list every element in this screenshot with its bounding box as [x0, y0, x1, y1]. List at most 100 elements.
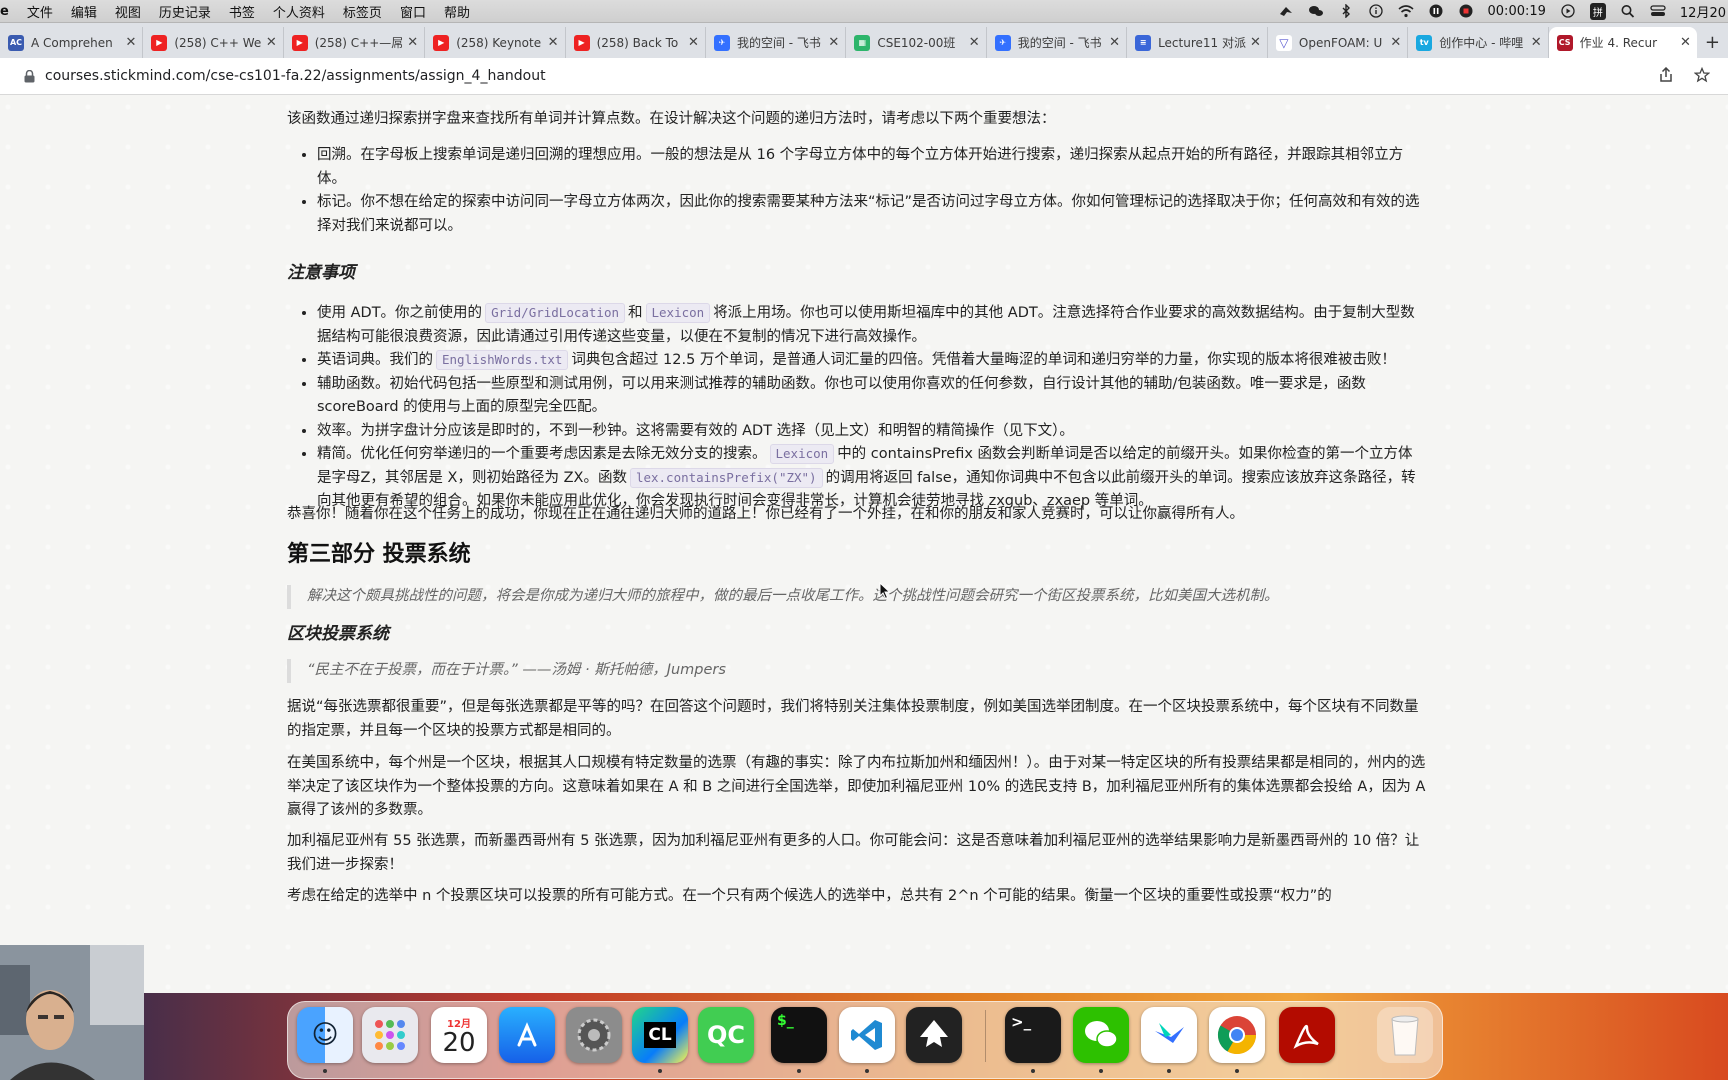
wechat-app-icon[interactable]: [1073, 1007, 1129, 1063]
wechat-icon[interactable]: [1301, 4, 1331, 18]
bilibili-icon: tv: [1416, 34, 1433, 51]
play-icon[interactable]: [1553, 4, 1583, 18]
bluetooth-icon[interactable]: [1331, 4, 1361, 18]
menu-view[interactable]: 视图: [106, 2, 150, 21]
site-favicon: AC: [8, 34, 24, 51]
note-helpers: 辅助函数。初始代码包括一些原型和测试用例，可以用来测试推荐的辅助函数。你也可以使…: [317, 373, 1427, 420]
system-settings-icon[interactable]: [566, 1007, 622, 1063]
calendar-day: 20: [442, 1027, 476, 1058]
tab-12-active[interactable]: CS 作业 4. Recur ✕: [1548, 27, 1697, 58]
new-tab-button[interactable]: +: [1697, 32, 1728, 58]
tab-title: 创作中心 - 哔哩: [1439, 36, 1524, 50]
youtube-icon: ▶: [573, 34, 590, 51]
vscode-icon[interactable]: [839, 1007, 895, 1063]
part3-heading-wrap: 第三部分 投票系统: [287, 543, 1427, 567]
tab-5[interactable]: ▶ (258) Back To ✕: [566, 27, 706, 58]
close-icon[interactable]: ✕: [125, 35, 136, 50]
close-icon[interactable]: ✕: [407, 35, 418, 50]
youtube-icon: ▶: [151, 34, 168, 51]
close-icon[interactable]: ✕: [548, 35, 559, 50]
bookmark-star-icon[interactable]: [1694, 67, 1710, 83]
tab-4[interactable]: ▶ (258) Keynote ✕: [425, 27, 566, 58]
running-dot: [323, 1069, 327, 1073]
address-bar[interactable]: courses.stickmind.com/cse-cs101-fa.22/as…: [0, 58, 1728, 95]
terminal2-prompt: >_: [1011, 1013, 1032, 1031]
terminal-2-icon[interactable]: >_: [1005, 1007, 1061, 1063]
menu-edit[interactable]: 编辑: [62, 2, 106, 21]
info-icon[interactable]: [1361, 4, 1391, 18]
clock-date[interactable]: 12月20: [1673, 2, 1728, 21]
paragraph-3: 加利福尼亚州有 55 张选票，而新墨西哥州有 5 张选票，因为加利福尼亚州有更多…: [287, 830, 1427, 877]
tab-6[interactable]: ✈ 我的空间 - 飞书 ✕: [706, 27, 847, 58]
tab-7[interactable]: ▦ CSE102-00班 ✕: [846, 27, 987, 58]
control-center-icon[interactable]: [1643, 4, 1673, 18]
close-icon[interactable]: ✕: [1109, 35, 1120, 50]
tab-8[interactable]: ✈ 我的空间 - 飞书 ✕: [987, 27, 1128, 58]
para3-text: 加利福尼亚州有 55 张选票，而新墨西哥州有 5 张选票，因为加利福尼亚州有更多…: [287, 833, 1420, 873]
idea-backtracking: 回溯。在字母板上搜索单词是递归回溯的理想应用。一般的想法是从 16 个字母立方体…: [317, 144, 1427, 191]
close-icon[interactable]: ✕: [1390, 35, 1401, 50]
document-icon: ≡: [1135, 34, 1152, 51]
close-icon[interactable]: ✕: [969, 35, 980, 50]
menu-window[interactable]: 窗口: [391, 2, 435, 21]
input-method-badge[interactable]: 拼: [1583, 2, 1613, 20]
acrobat-icon[interactable]: [1279, 1007, 1335, 1063]
intro-text: 该函数通过递归探索拼字盘来查找所有单词并计算点数。在设计解决这个问题的递归方法时…: [287, 111, 1056, 127]
part3-title: 第三部分 投票系统: [287, 542, 471, 567]
menu-profile[interactable]: 个人资料: [264, 2, 334, 21]
tab-11[interactable]: tv 创作中心 - 哔哩 ✕: [1408, 27, 1549, 58]
running-dot: [865, 1069, 869, 1073]
url-text[interactable]: courses.stickmind.com/cse-cs101-fa.22/as…: [45, 68, 546, 84]
tab-10[interactable]: ▽ OpenFOAM: U ✕: [1268, 27, 1409, 58]
menu-help[interactable]: 帮助: [435, 2, 479, 21]
menu-bookmarks[interactable]: 书签: [220, 2, 264, 21]
menu-history[interactable]: 历史记录: [150, 2, 220, 21]
record-stop-icon[interactable]: [1451, 4, 1481, 18]
input-method-label: 拼: [1589, 2, 1606, 20]
tab-1[interactable]: AC A Comprehen ✕: [0, 27, 144, 58]
trash-icon[interactable]: [1377, 1007, 1433, 1063]
tab-2[interactable]: ▶ (258) C++ We ✕: [143, 27, 284, 58]
menu-file[interactable]: 文件: [18, 2, 62, 21]
clion-icon[interactable]: CL: [632, 1007, 688, 1063]
chrome-icon[interactable]: [1209, 1007, 1265, 1063]
app-store-icon[interactable]: [499, 1007, 555, 1063]
close-icon[interactable]: ✕: [1531, 35, 1542, 50]
tab-title: Lecture11 对派: [1158, 36, 1246, 50]
calendar-icon[interactable]: 12月 20: [431, 1007, 487, 1063]
running-dot: [1235, 1069, 1239, 1073]
feishu-app-icon[interactable]: [1141, 1007, 1197, 1063]
launchpad-icon[interactable]: [362, 1007, 418, 1063]
close-icon[interactable]: ✕: [688, 35, 699, 50]
lock-icon[interactable]: [24, 69, 35, 83]
menu-tabs[interactable]: 标签页: [334, 2, 391, 21]
search-icon[interactable]: [1613, 4, 1643, 18]
tab-title: (258) Keynote: [456, 35, 542, 50]
menu-app-name[interactable]: e: [0, 4, 18, 19]
qt-label: QC: [706, 1021, 745, 1049]
pause-icon[interactable]: [1421, 4, 1451, 18]
tab-3[interactable]: ▶ (258) C++—屌 ✕: [284, 27, 426, 58]
qt-creator-icon[interactable]: QC: [698, 1007, 754, 1063]
note-prune-text-a: 精简。优化任何穷举递归的一个重要考虑因素是去除无效分支的搜索。: [317, 446, 767, 462]
close-icon[interactable]: ✕: [828, 35, 839, 50]
terminal-icon[interactable]: $_: [771, 1007, 827, 1063]
notes-heading-wrap: 注意事项: [287, 262, 1427, 286]
webcam-overlay: [0, 945, 144, 1080]
running-dot: [1099, 1069, 1103, 1073]
para4-text: 考虑在给定的选举中 n 个投票区块可以投票的所有可能方式。在一个只有两个候选人的…: [287, 888, 1332, 904]
wifi-icon[interactable]: [1391, 4, 1421, 18]
tab-9[interactable]: ≡ Lecture11 对派 ✕: [1127, 27, 1268, 58]
close-icon[interactable]: ✕: [266, 35, 277, 50]
close-icon[interactable]: ✕: [1680, 35, 1691, 50]
finder-icon[interactable]: ☺: [297, 1007, 353, 1063]
share-icon[interactable]: [1658, 67, 1674, 83]
note-adt: 使用 ADT。你之前使用的Grid/GridLocation和Lexicon将派…: [317, 302, 1427, 349]
inkscape-icon[interactable]: [906, 1007, 962, 1063]
congrats-paragraph: 恭喜你！随着你在这个任务上的成功，你现在正在通往递归大师的道路上！你已经有了一个…: [287, 503, 1427, 527]
ideas-list: 回溯。在字母板上搜索单词是递归回溯的理想应用。一般的想法是从 16 个字母立方体…: [287, 144, 1427, 238]
paragraph-1: 据说“每张选票都很重要”，但是每张选票都是平等的吗？在回答这个问题时，我们将特别…: [287, 696, 1427, 743]
mouse-cursor-icon: [879, 582, 891, 600]
bird-icon[interactable]: [1271, 4, 1301, 18]
close-icon[interactable]: ✕: [1250, 35, 1261, 50]
